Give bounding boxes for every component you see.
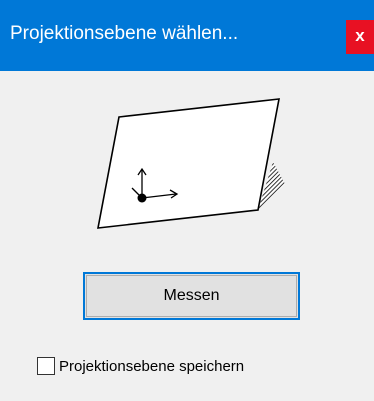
- close-button[interactable]: x: [346, 20, 374, 54]
- projection-plane-graphic: [97, 98, 285, 229]
- measure-button[interactable]: Messen: [83, 272, 300, 320]
- save-plane-checkbox[interactable]: [37, 357, 55, 375]
- dialog-window: Projektionsebene wählen... x Messen Proj…: [0, 0, 374, 401]
- window-title: Projektionsebene wählen...: [10, 23, 239, 44]
- plane-outline: [97, 98, 280, 229]
- save-plane-option[interactable]: Projektionsebene speichern: [37, 355, 244, 377]
- projection-plane-icon: [90, 92, 290, 242]
- measure-button-label: Messen: [163, 287, 220, 304]
- save-plane-label[interactable]: Projektionsebene speichern: [59, 358, 244, 375]
- title-bar[interactable]: Projektionsebene wählen... x: [0, 0, 374, 71]
